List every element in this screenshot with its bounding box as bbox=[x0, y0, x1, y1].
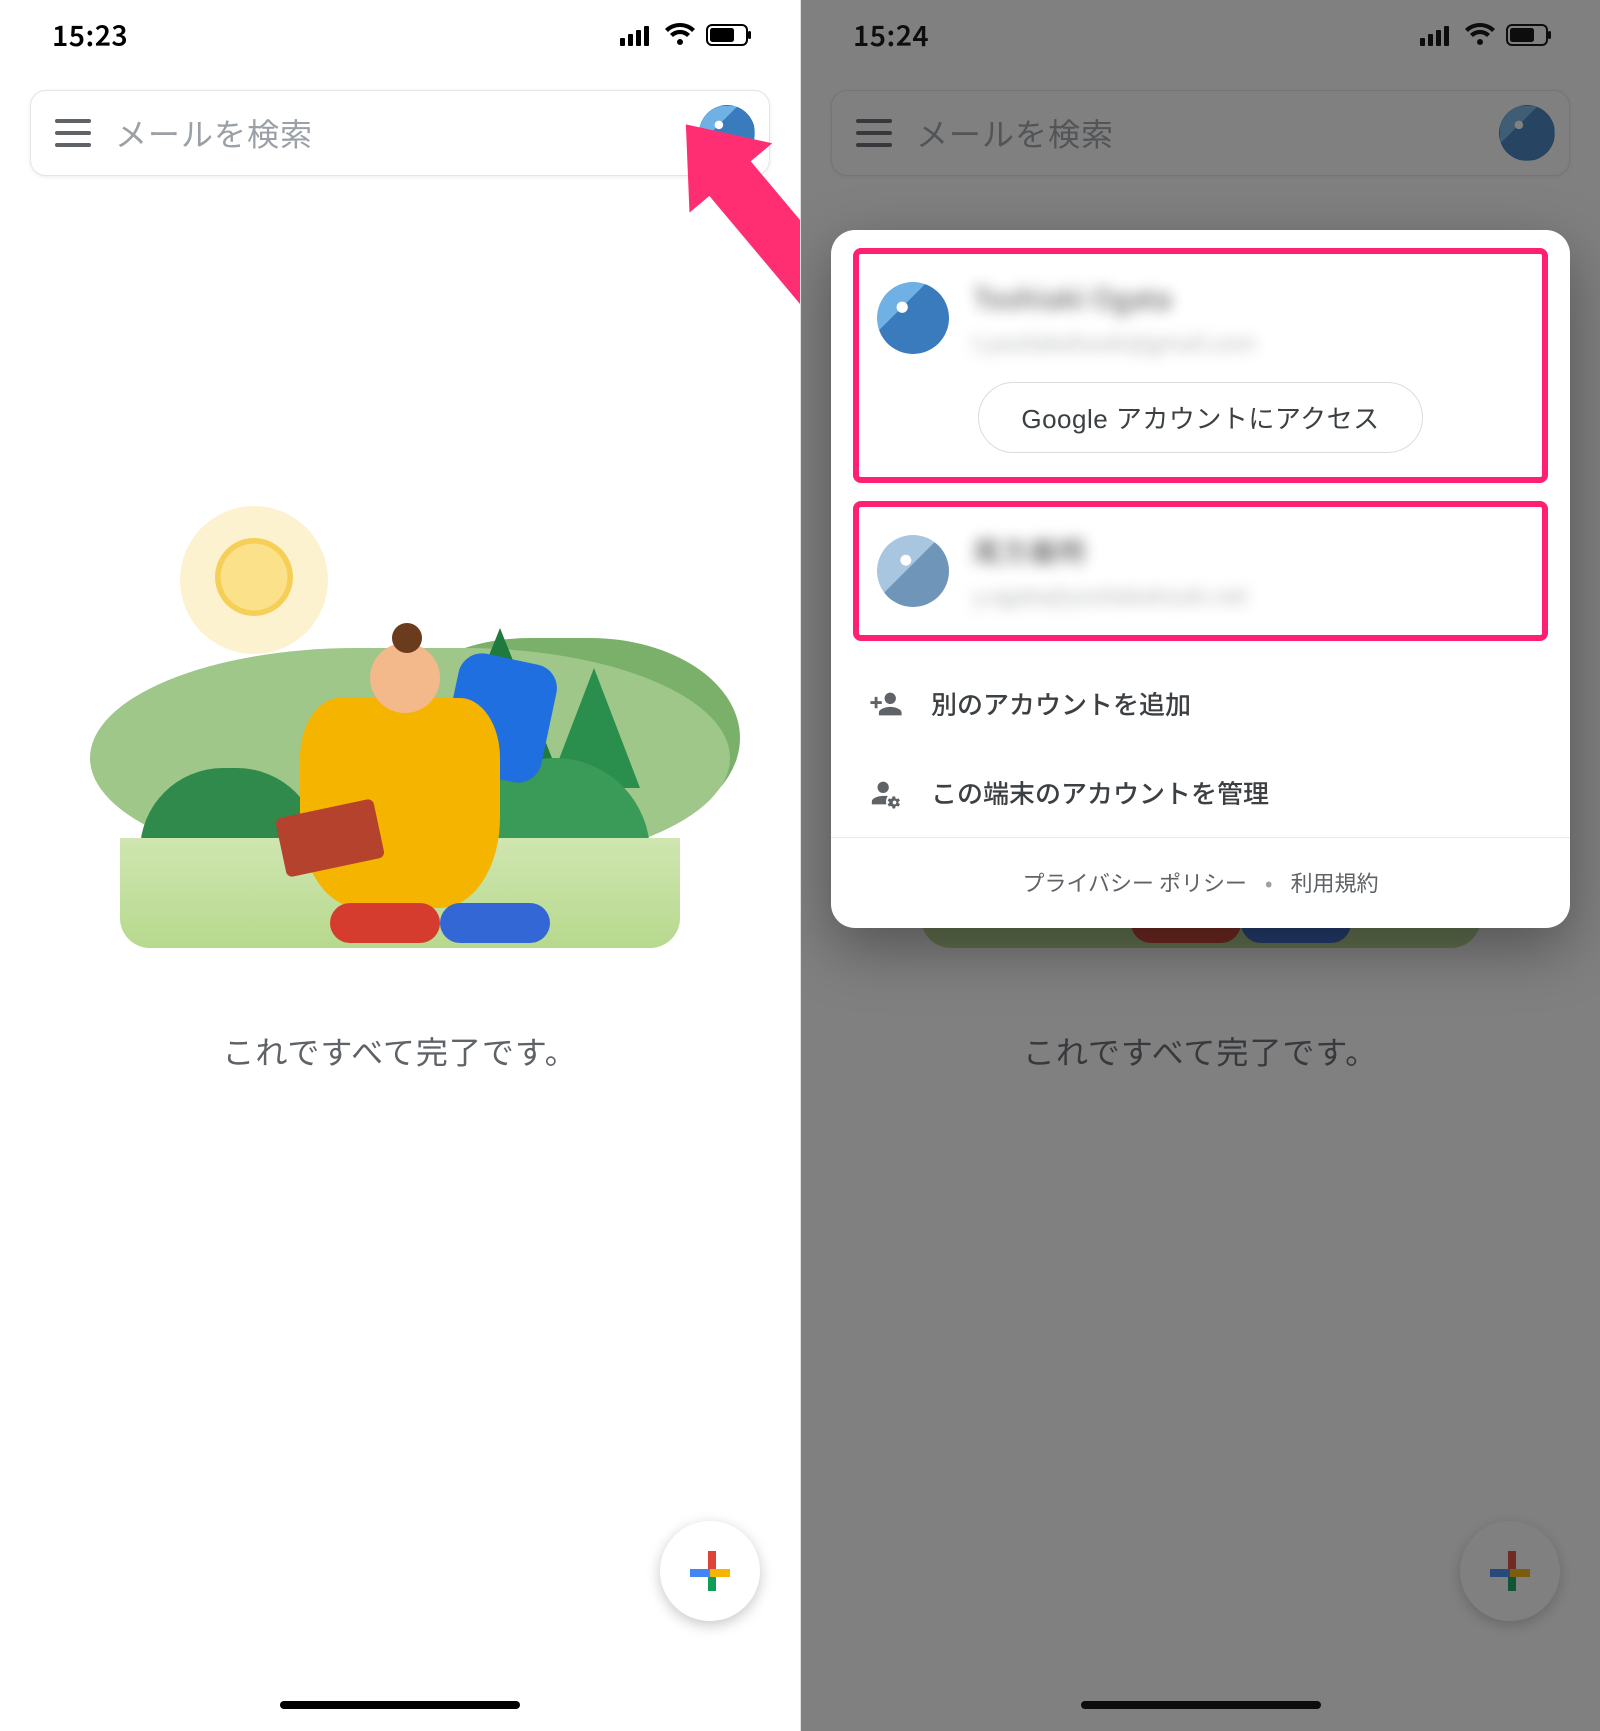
avatar-icon bbox=[877, 282, 949, 354]
menu-icon[interactable] bbox=[55, 119, 91, 147]
empty-caption: これですべて完了です。 bbox=[222, 1028, 577, 1074]
terms-link[interactable]: 利用規約 bbox=[1290, 866, 1378, 898]
separator-dot: • bbox=[1265, 866, 1272, 898]
empty-illustration bbox=[120, 468, 680, 988]
highlight-secondary-account: 尾方義明 y.ogata@yositakahzuki.net bbox=[853, 501, 1548, 641]
plus-icon bbox=[690, 1551, 730, 1591]
compose-fab[interactable] bbox=[660, 1521, 760, 1621]
manage-accounts-label: この端末のアカウントを管理 bbox=[931, 774, 1269, 811]
status-time: 15:23 bbox=[52, 15, 128, 55]
account-sheet: Toshiaki Ogata t.yositakahzuki@gmail.com… bbox=[831, 230, 1570, 928]
avatar-icon bbox=[877, 535, 949, 607]
account-name: Toshiaki Ogata bbox=[973, 278, 1256, 318]
privacy-link[interactable]: プライバシー ポリシー bbox=[1023, 866, 1248, 898]
phone-left: 15:23 メールを検索 bbox=[0, 0, 800, 1731]
battery-icon bbox=[706, 24, 752, 46]
google-account-access-button[interactable]: Google アカウントにアクセス bbox=[978, 382, 1422, 453]
account-primary[interactable]: Toshiaki Ogata t.yositakahzuki@gmail.com bbox=[863, 260, 1538, 376]
wifi-icon bbox=[664, 23, 696, 47]
account-email: y.ogata@yositakahzuki.net bbox=[973, 579, 1247, 611]
add-account-label: 別のアカウントを追加 bbox=[931, 685, 1191, 722]
add-account-row[interactable]: 別のアカウントを追加 bbox=[831, 659, 1570, 748]
account-name: 尾方義明 bbox=[973, 531, 1247, 571]
google-label: Google bbox=[1021, 404, 1108, 434]
person-add-icon bbox=[869, 687, 903, 721]
manage-accounts-row[interactable]: この端末のアカウントを管理 bbox=[831, 748, 1570, 837]
home-indicator[interactable] bbox=[280, 1701, 520, 1709]
person-gear-icon bbox=[869, 776, 903, 810]
access-label: アカウントにアクセス bbox=[1108, 404, 1379, 434]
cellular-icon bbox=[620, 24, 654, 46]
account-email: t.yositakahzuki@gmail.com bbox=[973, 326, 1256, 358]
account-secondary[interactable]: 尾方義明 y.ogata@yositakahzuki.net bbox=[863, 513, 1538, 629]
status-indicators bbox=[620, 23, 752, 47]
sheet-footer: プライバシー ポリシー • 利用規約 bbox=[831, 838, 1570, 928]
status-bar: 15:23 bbox=[0, 0, 800, 70]
phone-right: 15:24 メールを検索 bbox=[800, 0, 1600, 1731]
search-placeholder: メールを検索 bbox=[115, 110, 675, 156]
highlight-primary-account: Toshiaki Ogata t.yositakahzuki@gmail.com… bbox=[853, 248, 1548, 483]
